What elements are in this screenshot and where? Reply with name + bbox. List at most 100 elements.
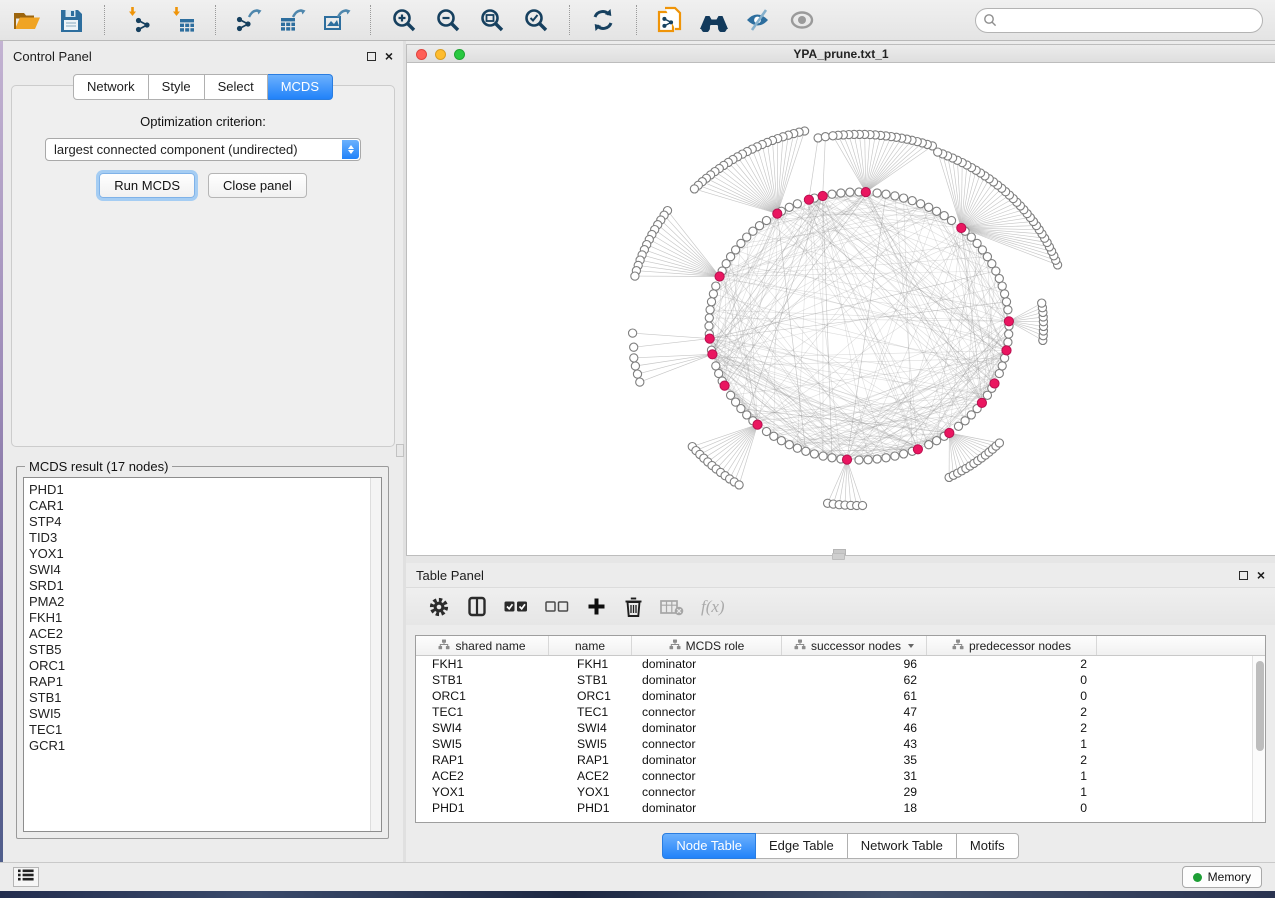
cell-MCDS-role[interactable]: connector: [632, 784, 782, 800]
mcds-result-node[interactable]: ACE2: [29, 626, 381, 642]
cell-predecessor-nodes[interactable]: 1: [927, 768, 1097, 784]
cell-successor-nodes[interactable]: 96: [782, 656, 927, 672]
network-graph[interactable]: [407, 63, 1275, 555]
table-row[interactable]: ACE2ACE2connector311: [416, 768, 1265, 784]
table-row[interactable]: YOX1YOX1connector291: [416, 784, 1265, 800]
gear-icon[interactable]: [428, 596, 450, 618]
cell-shared-name[interactable]: RAP1: [416, 752, 549, 768]
cell-MCDS-role[interactable]: dominator: [632, 656, 782, 672]
cell-MCDS-role[interactable]: dominator: [632, 720, 782, 736]
cell-shared-name[interactable]: ORC1: [416, 688, 549, 704]
network-window-titlebar[interactable]: YPA_prune.txt_1: [407, 45, 1275, 63]
table-row[interactable]: ORC1ORC1dominator610: [416, 688, 1265, 704]
mcds-result-node[interactable]: RAP1: [29, 674, 381, 690]
cell-predecessor-nodes[interactable]: 2: [927, 720, 1097, 736]
cell-MCDS-role[interactable]: connector: [632, 736, 782, 752]
vertical-split-grip[interactable]: [396, 444, 404, 457]
zoom-out-icon[interactable]: [433, 5, 463, 35]
search-network-icon[interactable]: [699, 5, 729, 35]
refresh-network-icon[interactable]: [588, 5, 618, 35]
horizontal-split-divider[interactable]: [406, 556, 1275, 563]
cell-shared-name[interactable]: ACE2: [416, 768, 549, 784]
cell-name[interactable]: SWI5: [549, 736, 632, 752]
cell-shared-name[interactable]: TEC1: [416, 704, 549, 720]
open-file-icon[interactable]: [12, 5, 42, 35]
cell-predecessor-nodes[interactable]: 1: [927, 736, 1097, 752]
window-zoom-icon[interactable]: [454, 49, 465, 60]
export-table-icon[interactable]: [278, 5, 308, 35]
table-row[interactable]: TEC1TEC1connector472: [416, 704, 1265, 720]
float-panel-icon[interactable]: [367, 52, 376, 61]
table-row[interactable]: SWI5SWI5connector431: [416, 736, 1265, 752]
column-header-predecessor-nodes[interactable]: predecessor nodes: [927, 636, 1097, 655]
table-row[interactable]: SWI4SWI4dominator462: [416, 720, 1265, 736]
cell-MCDS-role[interactable]: dominator: [632, 800, 782, 816]
mcds-result-node[interactable]: PHD1: [29, 482, 381, 498]
cell-successor-nodes[interactable]: 62: [782, 672, 927, 688]
show-all-icon[interactable]: [787, 5, 817, 35]
search-input[interactable]: [975, 8, 1263, 33]
tab-edge-table[interactable]: Edge Table: [756, 833, 848, 859]
mcds-result-node[interactable]: YOX1: [29, 546, 381, 562]
cell-shared-name[interactable]: PHD1: [416, 800, 549, 816]
mcds-result-node[interactable]: STB1: [29, 690, 381, 706]
delete-column-icon[interactable]: [624, 596, 643, 618]
cell-shared-name[interactable]: STB1: [416, 672, 549, 688]
mcds-result-node[interactable]: SWI5: [29, 706, 381, 722]
mcds-result-node[interactable]: TID3: [29, 530, 381, 546]
table-row[interactable]: STB1STB1dominator620: [416, 672, 1265, 688]
tab-motifs[interactable]: Motifs: [957, 833, 1019, 859]
horizontal-split-grip[interactable]: [832, 553, 845, 560]
mcds-result-node[interactable]: FKH1: [29, 610, 381, 626]
table-vscrollbar[interactable]: [1252, 656, 1265, 822]
cell-MCDS-role[interactable]: dominator: [632, 688, 782, 704]
cell-successor-nodes[interactable]: 31: [782, 768, 927, 784]
columns-icon[interactable]: [467, 596, 487, 617]
cell-shared-name[interactable]: FKH1: [416, 656, 549, 672]
hide-selected-icon[interactable]: [743, 5, 773, 35]
cell-predecessor-nodes[interactable]: 0: [927, 688, 1097, 704]
close-panel-icon[interactable]: ×: [385, 51, 393, 61]
add-column-icon[interactable]: [586, 596, 607, 617]
zoom-in-icon[interactable]: [389, 5, 419, 35]
save-session-icon[interactable]: [56, 5, 86, 35]
cell-predecessor-nodes[interactable]: 0: [927, 800, 1097, 816]
mcds-result-node[interactable]: TEC1: [29, 722, 381, 738]
cell-successor-nodes[interactable]: 47: [782, 704, 927, 720]
cell-name[interactable]: SWI4: [549, 720, 632, 736]
mcds-result-node[interactable]: GCR1: [29, 738, 381, 754]
close-table-panel-icon[interactable]: ×: [1257, 570, 1265, 580]
tab-style[interactable]: Style: [149, 74, 205, 100]
cell-successor-nodes[interactable]: 29: [782, 784, 927, 800]
cell-name[interactable]: FKH1: [549, 656, 632, 672]
cell-successor-nodes[interactable]: 18: [782, 800, 927, 816]
cell-predecessor-nodes[interactable]: 1: [927, 784, 1097, 800]
cell-successor-nodes[interactable]: 43: [782, 736, 927, 752]
mcds-result-node[interactable]: SWI4: [29, 562, 381, 578]
cell-name[interactable]: YOX1: [549, 784, 632, 800]
mcds-result-node[interactable]: PMA2: [29, 594, 381, 610]
cell-name[interactable]: RAP1: [549, 752, 632, 768]
column-header-shared-name[interactable]: shared name: [416, 636, 549, 655]
select-all-checked-icon[interactable]: [504, 599, 528, 614]
column-header-successor-nodes[interactable]: successor nodes: [782, 636, 927, 655]
import-network-file-icon[interactable]: [123, 5, 153, 35]
close-panel-button[interactable]: Close panel: [208, 173, 307, 198]
task-history-button[interactable]: [13, 867, 39, 887]
mcds-result-node[interactable]: STB5: [29, 642, 381, 658]
table-row[interactable]: RAP1RAP1dominator352: [416, 752, 1265, 768]
table-row[interactable]: PHD1PHD1dominator180: [416, 800, 1265, 816]
zoom-selected-icon[interactable]: [521, 5, 551, 35]
import-table-file-icon[interactable]: [167, 5, 197, 35]
mcds-result-list[interactable]: PHD1CAR1STP4TID3YOX1SWI4SRD1PMA2FKH1ACE2…: [23, 477, 382, 832]
table-vscrollbar-thumb[interactable]: [1256, 661, 1264, 751]
mcds-result-node[interactable]: ORC1: [29, 658, 381, 674]
mcds-result-node[interactable]: STP4: [29, 514, 381, 530]
cell-predecessor-nodes[interactable]: 2: [927, 656, 1097, 672]
select-none-unchecked-icon[interactable]: [545, 599, 569, 614]
tab-select[interactable]: Select: [205, 74, 268, 100]
column-header-name[interactable]: name: [549, 636, 632, 655]
cell-predecessor-nodes[interactable]: 0: [927, 672, 1097, 688]
run-mcds-button[interactable]: Run MCDS: [99, 173, 195, 198]
cell-name[interactable]: PHD1: [549, 800, 632, 816]
